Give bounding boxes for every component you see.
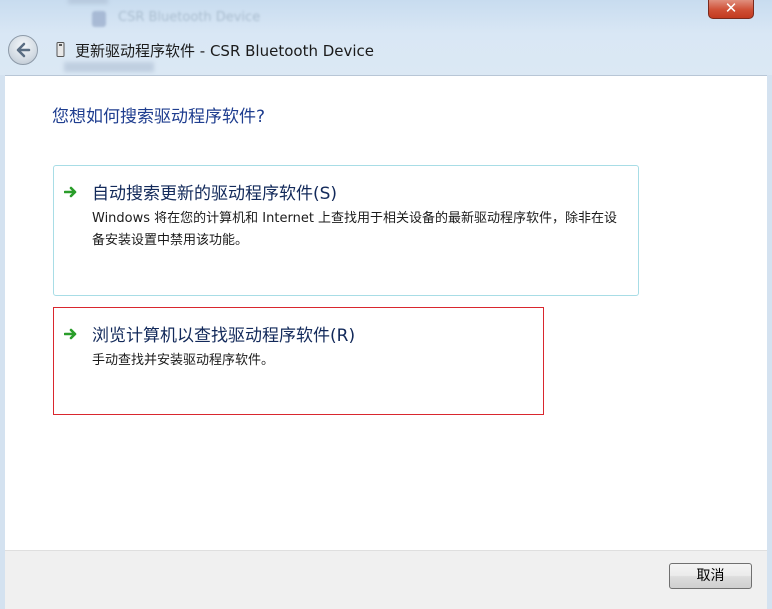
auto-search-option-title: 自动搜索更新的驱动程序软件(S) — [92, 184, 338, 204]
title-bar: CSR Bluetooth Device — [0, 0, 772, 75]
auto-search-option[interactable]: 自动搜索更新的驱动程序软件(S) Windows 将在您的计算机和 Intern… — [53, 165, 639, 296]
browse-computer-option[interactable]: 浏览计算机以查找驱动程序软件(R) 手动查找并安装驱动程序软件。 — [53, 307, 544, 415]
back-button[interactable] — [8, 35, 38, 65]
browse-computer-option-description: 手动查找并安装驱动程序软件。 — [92, 353, 275, 368]
window-title: 更新驱动程序软件 - CSR Bluetooth Device — [75, 42, 375, 60]
background-device-icon — [92, 11, 106, 27]
green-arrow-icon — [64, 186, 77, 198]
background-window-blur — [68, 0, 108, 4]
cancel-button[interactable]: 取消 — [669, 563, 752, 589]
background-window-blur — [64, 62, 154, 72]
background-window-text: CSR Bluetooth Device — [118, 10, 261, 25]
page-heading: 您想如何搜索驱动程序软件? — [52, 107, 266, 127]
close-button[interactable]: ✕ — [708, 0, 754, 19]
auto-search-option-description: Windows 将在您的计算机和 Internet 上查找用于相关设备的最新驱动… — [92, 211, 618, 248]
green-arrow-icon — [64, 328, 77, 340]
browse-computer-option-title: 浏览计算机以查找驱动程序软件(R) — [92, 326, 356, 346]
window-frame-right — [767, 75, 772, 609]
bluetooth-device-icon — [56, 42, 65, 57]
dialog-footer — [5, 550, 767, 609]
close-icon: ✕ — [724, 0, 738, 17]
back-arrow-icon — [16, 42, 31, 58]
